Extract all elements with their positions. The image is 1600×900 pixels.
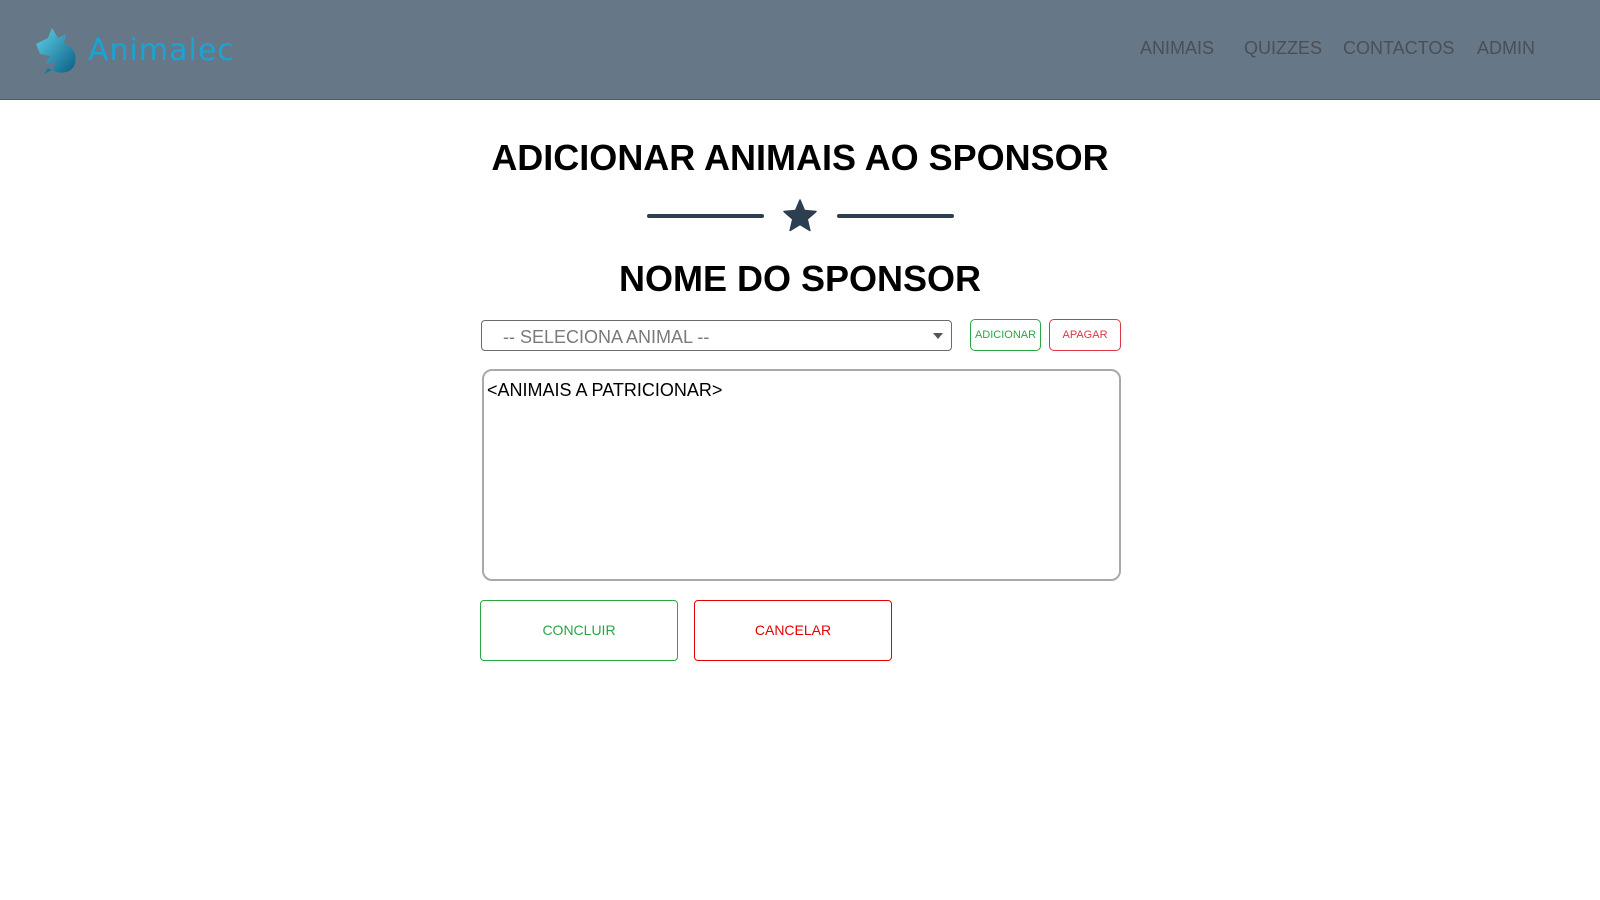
animal-select[interactable]: -- SELECIONA ANIMAL --: [481, 320, 952, 351]
delete-animal-button[interactable]: APAGAR: [1049, 319, 1121, 351]
nav-item-contactos[interactable]: CONTACTOS: [1343, 38, 1454, 59]
confirm-button[interactable]: CONCLUIR: [480, 600, 678, 661]
divider-line-right: [837, 214, 954, 218]
page-title: ADICIONAR ANIMAIS AO SPONSOR: [491, 137, 1109, 178]
nav-item-quizzes[interactable]: QUIZZES: [1244, 38, 1322, 59]
animals-textarea[interactable]: <ANIMAIS A PATRICIONAR>: [482, 369, 1121, 581]
animals-textarea-value: <ANIMAIS A PATRICIONAR>: [487, 380, 723, 400]
star-icon: [783, 199, 817, 232]
cancel-button[interactable]: CANCELAR: [694, 600, 892, 661]
sponsor-name: NOME DO SPONSOR: [618, 258, 982, 299]
animal-select-value: -- SELECIONA ANIMAL --: [503, 327, 710, 347]
brand-logo-link[interactable]: Animalec: [30, 24, 235, 76]
divider-line-left: [647, 214, 764, 218]
top-navbar: Animalec ANIMAIS QUIZZES CONTACTOS ADMIN: [0, 0, 1600, 100]
nav-item-animais[interactable]: ANIMAIS: [1140, 38, 1214, 59]
nav-item-admin[interactable]: ADMIN: [1477, 38, 1535, 59]
brand-name: Animalec: [88, 32, 235, 68]
wolf-logo-icon: [36, 28, 76, 74]
add-animal-button[interactable]: ADICIONAR: [970, 319, 1041, 351]
caret-down-icon: [933, 333, 943, 339]
